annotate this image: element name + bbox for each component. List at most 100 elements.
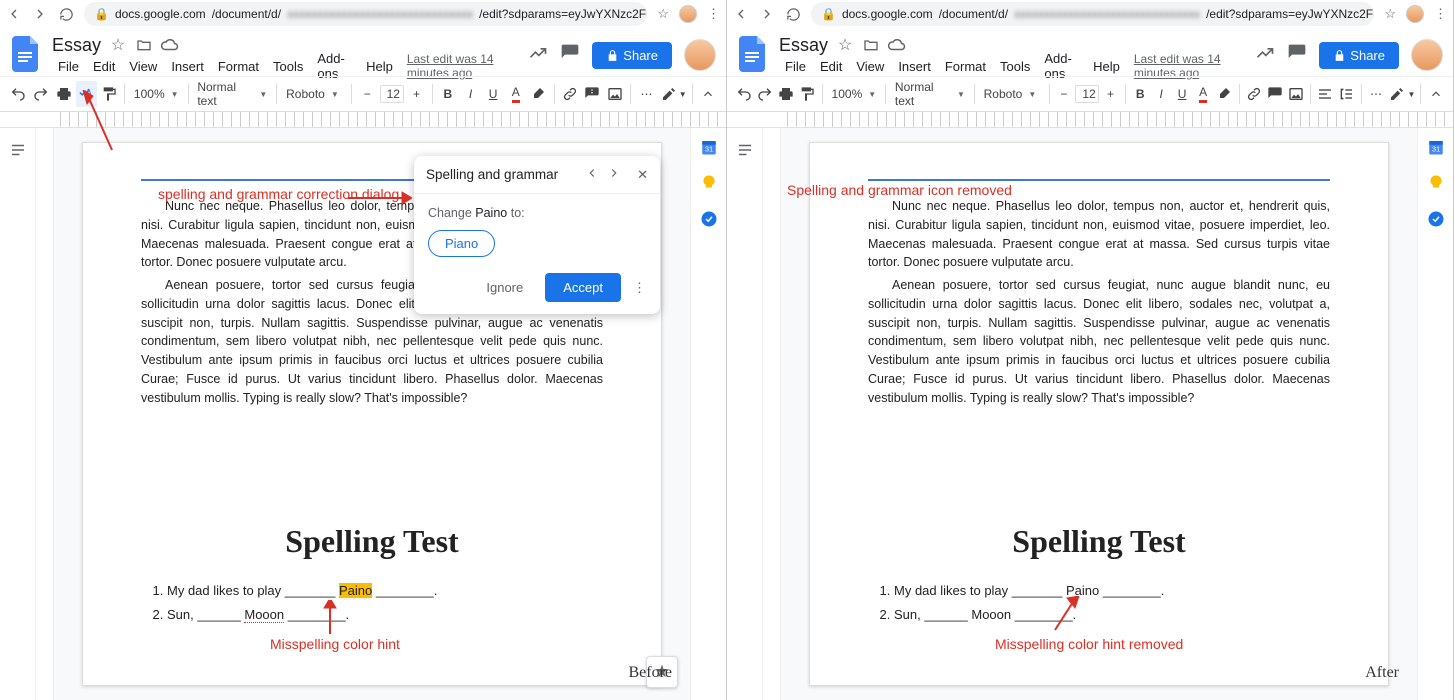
document-page[interactable]: Nunc nec neque. Phasellus leo dolor, tem… <box>809 142 1389 686</box>
print-button[interactable] <box>53 81 74 107</box>
calendar-icon[interactable]: 31 <box>698 136 720 158</box>
prev-suggestion-button[interactable] <box>585 166 599 183</box>
horizontal-ruler[interactable] <box>727 112 1453 128</box>
style-combo[interactable]: Normal text▼ <box>891 81 969 107</box>
chrome-menu-icon[interactable]: ⋮ <box>1434 6 1447 22</box>
menu-file[interactable]: File <box>779 57 812 76</box>
vertical-ruler[interactable] <box>763 128 781 700</box>
outline-button[interactable] <box>4 136 32 164</box>
tasks-icon[interactable] <box>1425 208 1447 230</box>
keep-icon[interactable] <box>1425 172 1447 194</box>
redo-button[interactable] <box>31 81 52 107</box>
undo-button[interactable] <box>735 81 754 107</box>
reload-button[interactable] <box>58 6 74 22</box>
page-title[interactable]: Essay <box>52 35 101 56</box>
profile-avatar-icon[interactable] <box>679 5 697 23</box>
cloud-saved-icon[interactable] <box>161 36 179 54</box>
menu-help[interactable]: Help <box>360 57 399 76</box>
menu-view[interactable]: View <box>850 57 890 76</box>
move-icon[interactable] <box>862 36 880 54</box>
star-icon[interactable]: ☆ <box>1384 6 1396 22</box>
tasks-icon[interactable] <box>698 208 720 230</box>
highlight-button[interactable] <box>1215 81 1234 107</box>
insert-image-button[interactable] <box>1286 81 1305 107</box>
style-combo[interactable]: Normal text▼ <box>193 81 271 107</box>
keep-icon[interactable] <box>698 172 720 194</box>
cloud-saved-icon[interactable] <box>888 36 906 54</box>
star-doc-icon[interactable]: ☆ <box>109 36 127 54</box>
back-button[interactable] <box>733 6 749 22</box>
redo-button[interactable] <box>756 81 775 107</box>
bold-button[interactable]: B <box>438 81 459 107</box>
highlight-button[interactable] <box>528 81 549 107</box>
trend-icon[interactable] <box>1255 43 1275 68</box>
font-decrease-button[interactable]: − <box>357 81 378 107</box>
font-combo[interactable]: Roboto▼ <box>980 81 1044 107</box>
docs-logo-icon[interactable] <box>737 34 769 74</box>
share-button[interactable]: Share <box>1319 42 1399 69</box>
toolbar-more-button[interactable]: ⋯ <box>636 81 657 107</box>
menu-help[interactable]: Help <box>1087 57 1126 76</box>
underline-button[interactable]: U <box>1173 81 1192 107</box>
highlighted-misspelling[interactable]: Paino <box>339 583 372 598</box>
forward-button[interactable] <box>759 6 775 22</box>
zoom-combo[interactable]: 100%▼ <box>828 81 881 107</box>
editing-mode-button[interactable]: ▼ <box>1389 81 1415 107</box>
insert-comment-button[interactable] <box>1265 81 1284 107</box>
suggestion-chip[interactable]: Piano <box>428 230 495 257</box>
italic-button[interactable]: I <box>1152 81 1171 107</box>
paint-format-button[interactable] <box>798 81 817 107</box>
font-increase-button[interactable]: + <box>406 81 427 107</box>
insert-comment-button[interactable] <box>582 81 603 107</box>
line-spacing-button[interactable] <box>1337 81 1356 107</box>
share-button[interactable]: Share <box>592 42 672 69</box>
zoom-combo[interactable]: 100%▼ <box>130 81 183 107</box>
collapse-button[interactable] <box>698 81 719 107</box>
italic-button[interactable]: I <box>460 81 481 107</box>
menu-tools[interactable]: Tools <box>267 57 309 76</box>
collapse-button[interactable] <box>1426 81 1445 107</box>
account-avatar-icon[interactable] <box>684 39 716 71</box>
outline-button[interactable] <box>731 136 759 164</box>
accept-button[interactable]: Accept <box>545 273 621 302</box>
star-doc-icon[interactable]: ☆ <box>836 36 854 54</box>
menu-edit[interactable]: Edit <box>814 57 848 76</box>
insert-link-button[interactable] <box>1244 81 1263 107</box>
menu-edit[interactable]: Edit <box>87 57 121 76</box>
reload-button[interactable] <box>785 6 801 22</box>
menu-insert[interactable]: Insert <box>165 57 210 76</box>
text-color-button[interactable]: A <box>505 81 526 107</box>
vertical-ruler[interactable] <box>36 128 54 700</box>
dialog-more-icon[interactable]: ⋮ <box>629 276 650 300</box>
docs-logo-icon[interactable] <box>10 34 42 74</box>
back-button[interactable] <box>6 6 22 22</box>
insert-link-button[interactable] <box>560 81 581 107</box>
calendar-icon[interactable]: 31 <box>1425 136 1447 158</box>
account-avatar-icon[interactable] <box>1411 39 1443 71</box>
menu-tools[interactable]: Tools <box>994 57 1036 76</box>
menu-insert[interactable]: Insert <box>892 57 937 76</box>
font-size-input[interactable]: 12 <box>380 85 405 103</box>
undo-button[interactable] <box>8 81 29 107</box>
close-dialog-button[interactable]: ✕ <box>637 167 648 183</box>
profile-avatar-icon[interactable] <box>1406 5 1424 23</box>
font-increase-button[interactable]: + <box>1101 81 1120 107</box>
page-title[interactable]: Essay <box>779 35 828 56</box>
trend-icon[interactable] <box>528 43 548 68</box>
address-bar[interactable]: 🔒 docs.google.com/document/d/xxxxxxxxxxx… <box>811 2 1374 26</box>
font-size-input[interactable]: 12 <box>1075 85 1099 103</box>
toolbar-more-button[interactable]: ⋯ <box>1366 81 1385 107</box>
print-button[interactable] <box>777 81 796 107</box>
underline-button[interactable]: U <box>483 81 504 107</box>
comments-icon[interactable] <box>1287 43 1307 68</box>
align-button[interactable] <box>1316 81 1335 107</box>
font-combo[interactable]: Roboto▼ <box>282 81 346 107</box>
font-decrease-button[interactable]: − <box>1054 81 1073 107</box>
star-icon[interactable]: ☆ <box>657 6 669 22</box>
text-color-button[interactable]: A <box>1194 81 1213 107</box>
menu-format[interactable]: Format <box>939 57 992 76</box>
bold-button[interactable]: B <box>1131 81 1150 107</box>
chrome-menu-icon[interactable]: ⋮ <box>707 6 720 22</box>
ignore-button[interactable]: Ignore <box>472 273 537 302</box>
comments-icon[interactable] <box>560 43 580 68</box>
